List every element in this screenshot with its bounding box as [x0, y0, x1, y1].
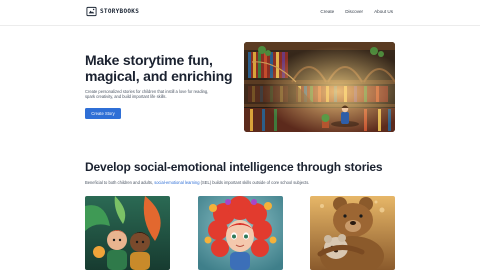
hero-title: Make storytime fun, magical, and enrichi… [85, 52, 233, 84]
nav-link-about-us[interactable]: About Us [374, 9, 393, 14]
book-sparkle-icon [86, 6, 97, 17]
nav-link-create[interactable]: Create [320, 9, 334, 14]
hero-library-image [244, 42, 395, 132]
sel-learn-link[interactable]: social-emotional learning [154, 180, 199, 185]
nav-links: Create Discover About Us [320, 9, 393, 14]
nav-divider [0, 25, 480, 26]
hero-subtitle: Create personalized stories for children… [85, 89, 209, 100]
create-story-button[interactable]: Create Story [85, 108, 121, 119]
sel-subtitle-text-after: (SEL) builds important skills outside of… [199, 180, 310, 185]
sel-subtitle-text-before: Beneficial to both children and adults, [85, 180, 155, 185]
top-nav: STORYBOOKS Create Discover About Us [0, 0, 480, 26]
story-card-1-image[interactable] [85, 196, 170, 270]
nav-link-discover[interactable]: Discover [345, 9, 363, 14]
story-card-2-image[interactable] [198, 196, 283, 270]
sel-section-title: Develop social-emotional intelligence th… [85, 160, 383, 174]
story-card-3-image[interactable] [310, 196, 395, 270]
brand-logo[interactable]: STORYBOOKS [86, 6, 139, 17]
sel-section-subtitle: Beneficial to both children and adults, … [85, 180, 309, 185]
brand-name: STORYBOOKS [100, 8, 140, 15]
